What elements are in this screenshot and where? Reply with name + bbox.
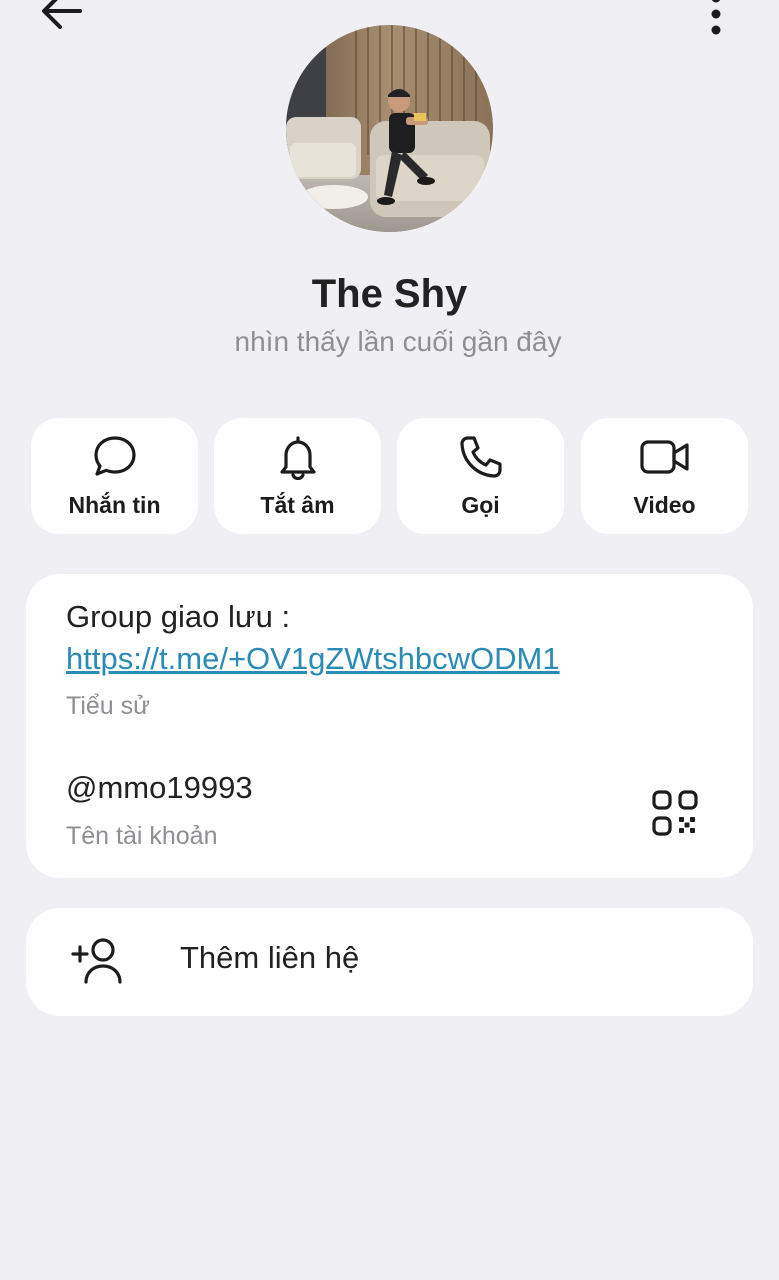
qr-code-button[interactable] <box>650 788 700 838</box>
more-vertical-icon <box>711 0 721 35</box>
add-person-icon <box>71 938 122 984</box>
bell-icon <box>279 436 316 480</box>
add-contact-button[interactable]: Thêm liên hệ <box>26 908 753 1016</box>
mute-button-label: Tắt âm <box>260 492 335 518</box>
call-button-label: Gọi <box>461 492 500 518</box>
bio-label: Tiểu sử <box>66 692 150 720</box>
profile-screen: The Shy nhìn thấy lần cuối gần đây Nhắn … <box>0 0 779 1280</box>
bio-text: Group giao lưu : <box>66 599 291 634</box>
bio-link[interactable]: https://t.me/+OV1gZWtshbcwODM1 <box>66 638 560 680</box>
more-options-button[interactable] <box>692 0 740 42</box>
username[interactable]: @mmo19993 <box>66 770 253 806</box>
info-card: Group giao lưu : https://t.me/+OV1gZWtsh… <box>26 574 753 878</box>
video-call-button[interactable]: Video <box>581 418 748 534</box>
username-label: Tên tài khoản <box>66 822 218 850</box>
back-button[interactable] <box>32 0 92 36</box>
qr-code-icon <box>652 790 698 836</box>
call-button[interactable]: Gọi <box>397 418 564 534</box>
mute-button[interactable]: Tắt âm <box>214 418 381 534</box>
video-camera-icon <box>639 440 689 474</box>
message-button[interactable]: Nhắn tin <box>31 418 198 534</box>
phone-icon <box>459 436 502 478</box>
message-bubble-icon <box>93 436 136 476</box>
add-contact-label: Thêm liên hệ <box>180 940 360 975</box>
action-bar: Nhắn tin Tắt âm Gọi Video <box>31 418 749 534</box>
avatar[interactable] <box>286 25 493 232</box>
video-call-button-label: Video <box>633 492 696 518</box>
last-seen-status: nhìn thấy lần cuối gần đây <box>234 326 562 357</box>
profile-name: The Shy <box>311 272 468 316</box>
arrow-left-icon <box>42 0 82 29</box>
avatar-photo <box>286 25 493 232</box>
message-button-label: Nhắn tin <box>68 492 161 518</box>
